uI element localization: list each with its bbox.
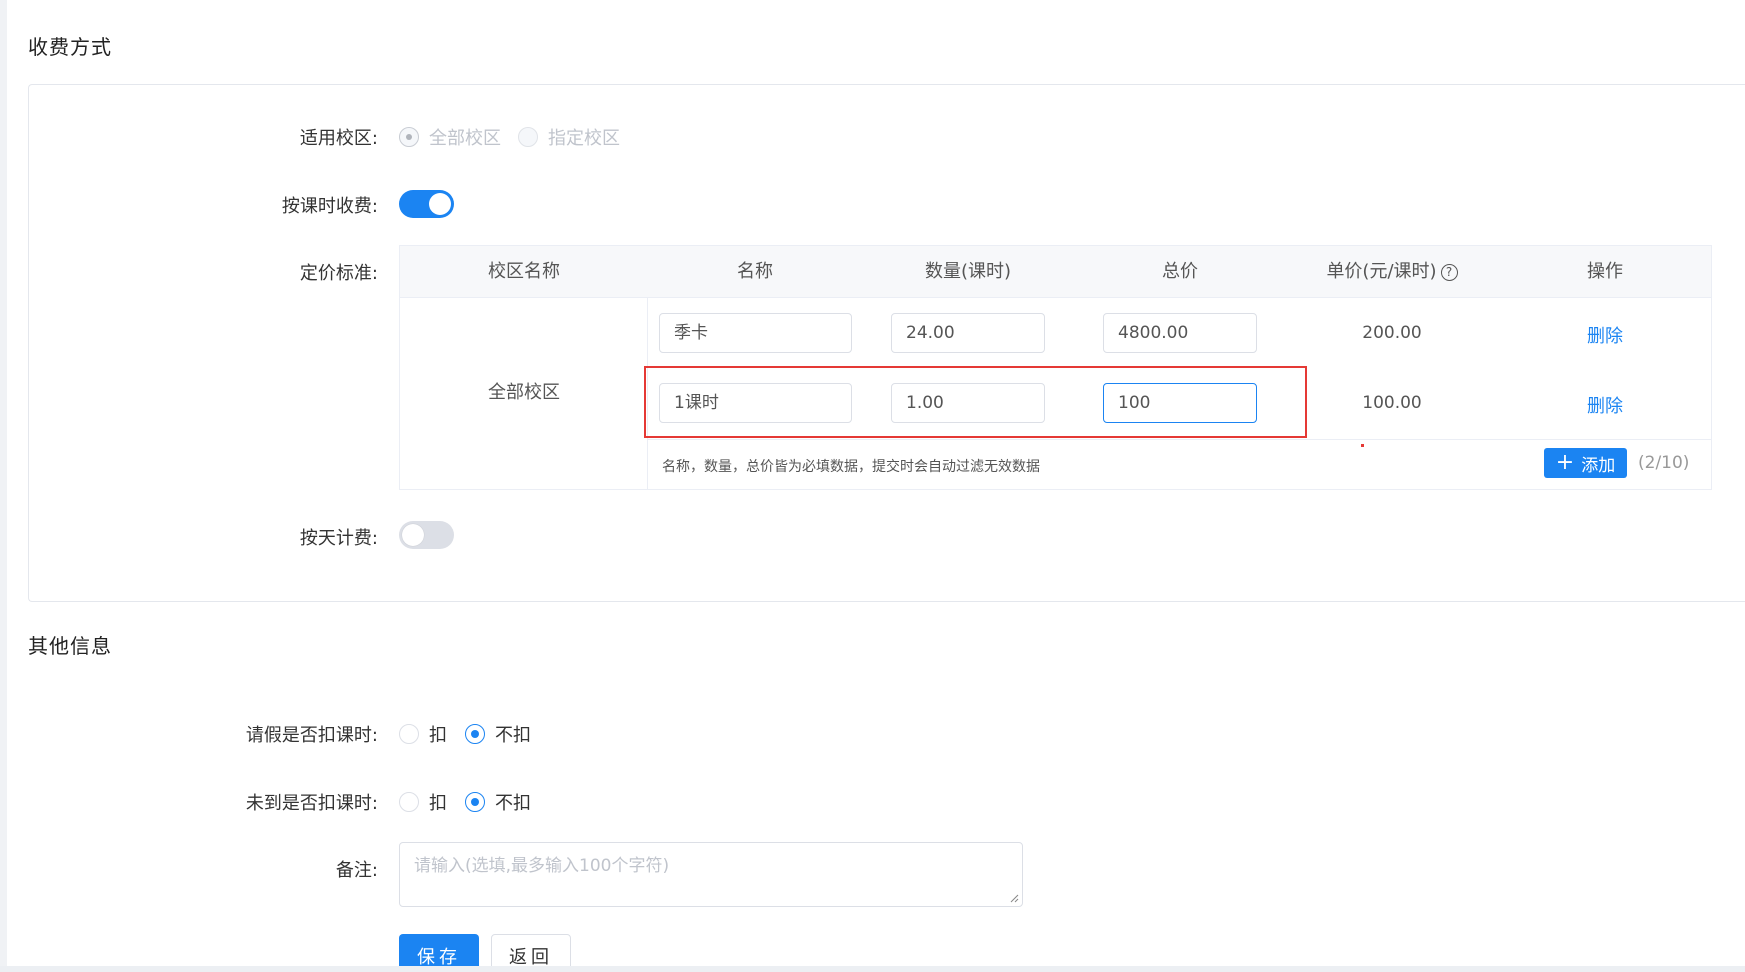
radio-leave-no-deduct[interactable]: 不扣 <box>465 721 531 747</box>
charge-by-hour-switch[interactable] <box>399 190 454 218</box>
row1-total-input[interactable]: 4800.00 <box>1103 313 1257 353</box>
radio-leave-no-deduct-label: 不扣 <box>495 725 531 746</box>
leave-deduct-label: 请假是否扣课时: <box>245 725 378 746</box>
pricing-hint: 名称，数量，总价皆为必填数据，提交时会自动过滤无效数据 <box>662 459 1040 475</box>
th-name: 名称 <box>737 261 773 282</box>
campus-name: 全部校区 <box>488 382 560 403</box>
radio-leave-deduct-circle <box>399 724 419 744</box>
radio-specified-campus-label: 指定校区 <box>548 128 620 149</box>
other-section-title: 其他信息 <box>28 634 112 658</box>
row1-quantity-input[interactable]: 24.00 <box>891 313 1045 353</box>
row2-unit-price: 100.00 <box>1362 393 1422 413</box>
radio-leave-deduct-label: 扣 <box>429 725 447 746</box>
remark-label: 备注: <box>335 860 378 881</box>
row2-delete-link[interactable]: 删除 <box>1498 392 1712 418</box>
bottom-scroll-area <box>0 966 1745 972</box>
radio-all-campus-label: 全部校区 <box>429 128 501 149</box>
radio-absent-no-deduct-circle <box>465 792 485 812</box>
radio-absent-deduct-label: 扣 <box>429 793 447 814</box>
radio-absent-deduct-circle <box>399 792 419 812</box>
radio-all-campus-circle <box>399 127 419 147</box>
row1-name-input[interactable]: 季卡 <box>659 313 852 353</box>
charge-by-hour-label: 按课时收费: <box>281 196 378 217</box>
charge-by-day-switch[interactable] <box>399 521 454 549</box>
add-row-button[interactable]: + 添加 <box>1544 448 1627 478</box>
radio-leave-no-deduct-circle <box>465 724 485 744</box>
th-unit-price: 单价(元/课时)? <box>1286 246 1498 298</box>
th-unit-price-text: 单价(元/课时) <box>1326 261 1437 282</box>
th-total: 总价 <box>1162 261 1198 282</box>
absent-deduct-label: 未到是否扣课时: <box>245 793 378 814</box>
th-action: 操作 <box>1587 261 1623 282</box>
help-icon[interactable]: ? <box>1440 264 1458 281</box>
switch-knob <box>402 524 424 546</box>
highlight-box <box>644 366 1307 438</box>
row-count: (2/10) <box>1638 453 1690 473</box>
pricing-label: 定价标准: <box>299 263 378 284</box>
radio-absent-no-deduct[interactable]: 不扣 <box>465 789 531 815</box>
charge-by-day-label: 按天计费: <box>299 528 378 549</box>
add-row-label: 添加 <box>1581 455 1616 476</box>
table-header: 校区名称 名称 数量(课时) 总价 单价(元/课时)? 操作 <box>400 246 1711 298</box>
radio-all-campus[interactable]: 全部校区 <box>399 124 501 150</box>
radio-specified-campus-circle <box>518 127 538 147</box>
plus-icon: + <box>1555 450 1575 475</box>
page: 收费方式 适用校区: 全部校区 指定校区 按课时收费: 定价标准: 校区名称 名… <box>0 0 1745 972</box>
campus-cell: 全部校区 <box>400 298 648 489</box>
red-mark <box>1361 444 1364 447</box>
radio-specified-campus[interactable]: 指定校区 <box>518 124 620 150</box>
th-quantity: 数量(课时) <box>924 261 1012 282</box>
radio-absent-no-deduct-label: 不扣 <box>495 793 531 814</box>
radio-absent-deduct[interactable]: 扣 <box>399 789 447 815</box>
row1-delete-link[interactable]: 删除 <box>1498 322 1712 348</box>
th-campus: 校区名称 <box>488 261 560 282</box>
row1-unit-price: 200.00 <box>1362 323 1422 343</box>
remark-placeholder: 请输入(选填,最多输入100个字符) <box>414 856 670 876</box>
resize-grip-icon[interactable] <box>1009 893 1019 903</box>
remark-textarea[interactable]: 请输入(选填,最多输入100个字符) <box>399 842 1023 907</box>
row-divider <box>648 439 1711 440</box>
radio-leave-deduct[interactable]: 扣 <box>399 721 447 747</box>
fee-section-title: 收费方式 <box>28 35 112 59</box>
campus-scope-label: 适用校区: <box>299 128 378 149</box>
switch-knob <box>429 193 451 215</box>
